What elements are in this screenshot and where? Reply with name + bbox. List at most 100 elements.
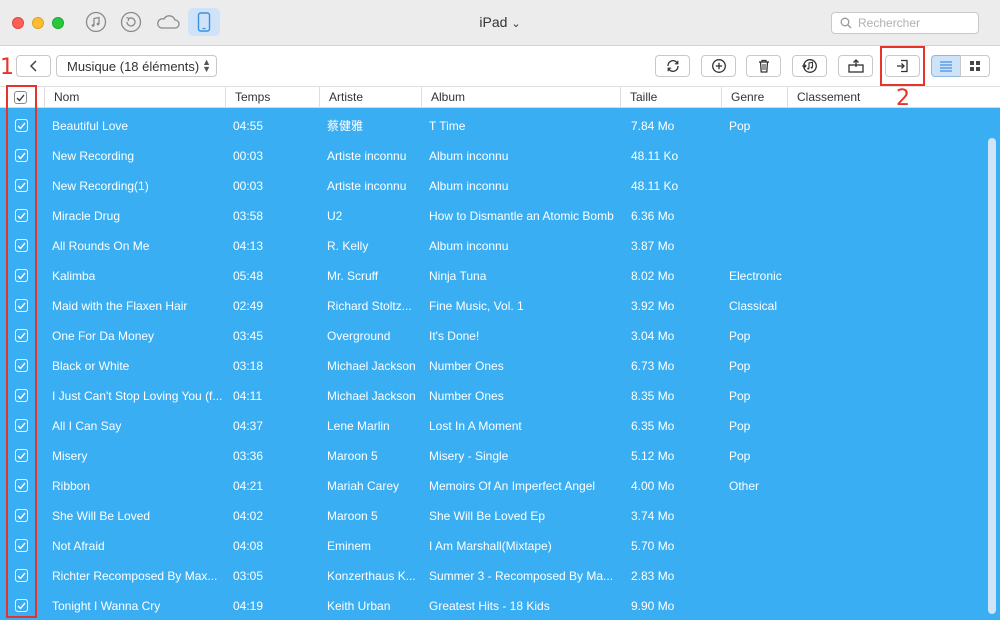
table-row[interactable]: Beautiful Love 04:55 蔡健雅 T Time 7.84 Mo Pop xyxy=(0,108,986,138)
cell-album: Album inconnu xyxy=(429,239,509,253)
category-select-value: Musique (18 éléments) xyxy=(67,58,200,74)
cell-size: 8.35 Mo xyxy=(631,389,675,403)
cell-name: Misery xyxy=(52,449,88,463)
delete-button[interactable] xyxy=(746,55,781,77)
table-row[interactable]: One For Da Money 03:45 Overground It's Done… xyxy=(0,318,986,348)
table-row[interactable]: New Recording 00:03 Artiste inconnu Album i… xyxy=(0,138,986,168)
list-view-button[interactable] xyxy=(931,55,961,77)
column-header-artist[interactable]: Artiste xyxy=(319,87,421,108)
table-row[interactable]: All I Can Say 04:37 Lene Marlin Lost In A M… xyxy=(0,408,986,438)
close-window-button[interactable] xyxy=(12,17,24,29)
cell-name: One For Da Money xyxy=(52,329,155,343)
cell-album: It's Done! xyxy=(429,329,480,343)
cloud-icon[interactable] xyxy=(155,11,181,33)
cell-name: Ribbon xyxy=(52,479,91,493)
add-button[interactable] xyxy=(701,55,736,77)
cell-name: I Just Can't Stop Loving You (f... xyxy=(52,389,222,403)
table-row[interactable]: Not Afraid 04:08 Eminem I Am Marshall(Mixta… xyxy=(0,528,986,558)
cell-name: All Rounds On Me xyxy=(52,239,150,253)
column-header-album[interactable]: Album xyxy=(421,87,620,108)
cell-name: Miracle Drug xyxy=(52,209,121,223)
cell-genre xyxy=(729,528,785,558)
cell-artist: Konzerthaus K... xyxy=(327,569,416,583)
cell-artist: Eminem xyxy=(327,539,372,553)
table-row[interactable]: New Recording(1) 00:03 Artiste inconnu Albu… xyxy=(0,168,986,198)
column-header-time[interactable]: Temps xyxy=(225,87,319,108)
vertical-scrollbar[interactable] xyxy=(988,138,996,614)
table-row[interactable]: Richter Recomposed By Max... 03:05 Konzert… xyxy=(0,558,986,588)
table-row[interactable]: She Will Be Loved 04:02 Maroon 5 She Will B… xyxy=(0,498,986,528)
ipad-device-icon[interactable] xyxy=(188,8,220,36)
cell-album: Fine Music, Vol. 1 xyxy=(429,299,524,313)
cell-time: 05:48 xyxy=(233,269,264,283)
cell-size: 8.02 Mo xyxy=(631,269,675,283)
cell-album: Summer 3 - Recomposed By Ma... xyxy=(429,569,614,583)
cell-size: 3.87 Mo xyxy=(631,239,675,253)
cell-size: 5.12 Mo xyxy=(631,449,675,463)
column-header-size[interactable]: Taille xyxy=(620,87,721,108)
chevron-down-icon[interactable]: ⌄ xyxy=(511,18,520,30)
cell-genre: Pop xyxy=(729,389,751,403)
column-header-rating[interactable]: Classement xyxy=(787,87,1000,108)
cell-name: New Recording(1) xyxy=(52,179,149,193)
cell-album: Album inconnu xyxy=(429,149,509,163)
title-bar: iPad ⌄ Rechercher xyxy=(0,0,1000,46)
cell-genre xyxy=(729,588,785,618)
table-row[interactable]: Maid with the Flaxen Hair 02:49 Richard St… xyxy=(0,288,986,318)
maximize-window-button[interactable] xyxy=(52,17,64,29)
cell-artist: Mariah Carey xyxy=(327,479,400,493)
table-row[interactable]: All Rounds On Me 04:13 R. Kelly Album incon… xyxy=(0,228,986,258)
to-computer-button[interactable] xyxy=(838,55,873,77)
table-row[interactable]: Tonight I Wanna Cry 04:19 Keith Urban Great… xyxy=(0,588,986,618)
minimize-window-button[interactable] xyxy=(32,17,44,29)
category-select[interactable]: Musique (18 éléments) ▲ ▼ xyxy=(56,55,217,77)
table-row[interactable]: I Just Can't Stop Loving You (f... 04:11 M… xyxy=(0,378,986,408)
cell-size: 7.84 Mo xyxy=(631,119,675,133)
list-view-icon xyxy=(940,61,952,72)
annotation-box-checkboxes xyxy=(6,85,37,618)
table-row[interactable]: Miracle Drug 03:58 U2 How to Dismantle an A… xyxy=(0,198,986,228)
table-row[interactable]: Kalimba 05:48 Mr. Scruff Ninja Tuna 8.02 Mo E… xyxy=(0,258,986,288)
cell-artist: Richard Stoltz... xyxy=(327,299,412,313)
table-header: Nom Temps Artiste Album Taille Genre Cla… xyxy=(0,86,1000,108)
restore-icon[interactable] xyxy=(120,11,142,33)
cell-time: 04:08 xyxy=(233,539,264,553)
cell-album: She Will Be Loved Ep xyxy=(429,509,546,523)
cell-time: 03:36 xyxy=(233,449,264,463)
to-computer-icon xyxy=(847,59,864,73)
column-header-name[interactable]: Nom xyxy=(44,87,225,108)
to-itunes-button[interactable] xyxy=(792,55,827,77)
cell-genre: Pop xyxy=(729,359,751,373)
cell-size: 6.36 Mo xyxy=(631,209,675,223)
cell-genre: Pop xyxy=(729,119,751,133)
cell-artist: Artiste inconnu xyxy=(327,179,407,193)
cell-time: 03:45 xyxy=(233,329,264,343)
window-title[interactable]: iPad xyxy=(479,14,507,30)
cell-artist: Lene Marlin xyxy=(327,419,390,433)
cell-time: 03:18 xyxy=(233,359,264,373)
search-input[interactable]: Rechercher xyxy=(831,12,979,34)
grid-view-button[interactable] xyxy=(960,55,990,77)
column-header-genre[interactable]: Genre xyxy=(721,87,787,108)
cell-genre xyxy=(729,138,785,168)
music-icon[interactable] xyxy=(85,11,107,33)
cell-genre: Pop xyxy=(729,419,751,433)
cell-name: All I Can Say xyxy=(52,419,122,433)
cell-size: 3.04 Mo xyxy=(631,329,675,343)
cell-album: Misery - Single xyxy=(429,449,509,463)
table-row[interactable]: Black or White 03:18 Michael Jackson Number… xyxy=(0,348,986,378)
cell-album: Number Ones xyxy=(429,359,504,373)
cell-genre: Pop xyxy=(729,329,751,343)
cell-name: Maid with the Flaxen Hair xyxy=(52,299,188,313)
cell-time: 04:37 xyxy=(233,419,264,433)
table-row[interactable]: Misery 03:36 Maroon 5 Misery - Single 5.12 M… xyxy=(0,438,986,468)
cell-time: 04:13 xyxy=(233,239,264,253)
cell-time: 03:58 xyxy=(233,209,264,223)
cell-name: Kalimba xyxy=(52,269,96,283)
table-row[interactable]: Ribbon 04:21 Mariah Carey Memoirs Of An Imp… xyxy=(0,468,986,498)
cell-artist: R. Kelly xyxy=(327,239,369,253)
toolbar: Musique (18 éléments) ▲ ▼ xyxy=(0,46,1000,86)
refresh-button[interactable] xyxy=(655,55,690,77)
back-button[interactable] xyxy=(16,55,51,77)
delete-icon xyxy=(758,59,769,73)
